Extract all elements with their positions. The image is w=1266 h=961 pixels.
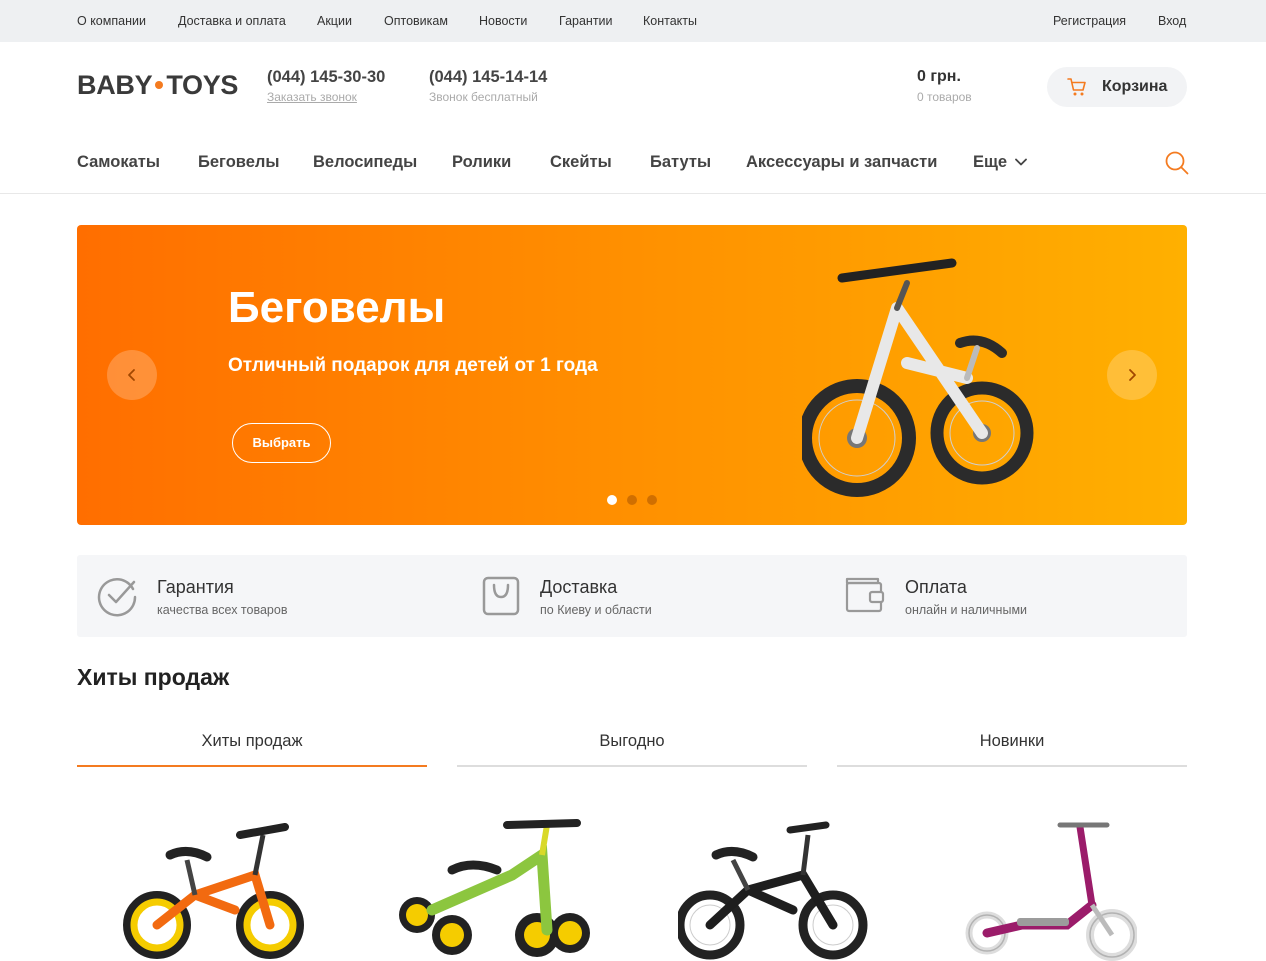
cart-button[interactable]: Корзина [1047, 67, 1187, 107]
topbar-link-news[interactable]: Новости [479, 14, 527, 28]
product-image-green-tricycle[interactable] [392, 815, 597, 961]
nav-item-balance-bikes[interactable]: Беговелы [198, 153, 279, 172]
request-call-link[interactable]: Заказать звонок [267, 90, 357, 104]
product-image-orange-balance-bike[interactable] [115, 815, 315, 961]
chevron-left-icon [128, 369, 135, 381]
section-title: Хиты продаж [77, 664, 230, 690]
wallet-icon [845, 577, 885, 613]
feature-title-guarantee: Гарантия [157, 577, 234, 597]
feature-title-delivery: Доставка [540, 577, 618, 597]
register-link[interactable]: Регистрация [1053, 14, 1126, 28]
search-icon[interactable] [1164, 150, 1190, 176]
features-bar: Гарантия качества всех товаров Доставка … [77, 555, 1187, 637]
cart-total: 0 грн. [917, 68, 961, 85]
feature-desc-delivery: по Киеву и области [540, 603, 652, 617]
logo-dot [155, 80, 164, 89]
nav-divider [0, 193, 1266, 194]
banner-next-button[interactable] [1107, 350, 1157, 400]
topbar-link-delivery[interactable]: Доставка и оплата [178, 14, 286, 28]
top-bar: О компании Доставка и оплата Акции Оптов… [0, 0, 1266, 42]
chevron-right-icon [1129, 369, 1136, 381]
topbar-link-promos[interactable]: Акции [317, 14, 352, 28]
tab-deals[interactable]: Выгодно [457, 720, 807, 767]
banner-subtitle: Отличный подарок для детей от 1 года [228, 355, 598, 376]
nav-item-skates[interactable]: Скейты [550, 153, 612, 172]
banner-dot-2[interactable] [627, 495, 637, 505]
topbar-link-wholesale[interactable]: Оптовикам [384, 14, 448, 28]
nav-item-trampolines[interactable]: Батуты [650, 153, 711, 172]
banner-dot-1[interactable] [607, 495, 617, 505]
banner-prev-button[interactable] [107, 350, 157, 400]
feature-title-payment: Оплата [905, 577, 967, 597]
tab-bestsellers[interactable]: Хиты продаж [77, 720, 427, 767]
topbar-link-about[interactable]: О компании [77, 14, 146, 28]
cart-icon [1067, 78, 1086, 96]
tab-new[interactable]: Новинки [837, 720, 1187, 767]
banner-title: Беговелы [228, 283, 446, 332]
logo-text-right: TOYS [166, 70, 239, 100]
chevron-down-icon[interactable] [1014, 157, 1028, 167]
nav-item-rollers[interactable]: Ролики [452, 153, 511, 172]
site-logo[interactable]: BABY TOYS [77, 70, 238, 101]
banner-cta-button[interactable]: Выбрать [232, 423, 331, 463]
feature-desc-guarantee: качества всех товаров [157, 603, 288, 617]
phone-primary[interactable]: (044) 145-30-30 [267, 68, 385, 87]
checkmark-circle-icon [97, 578, 137, 617]
cart-count: 0 товаров [917, 90, 972, 104]
product-image-black-balance-bike[interactable] [678, 815, 868, 961]
logo-text-left: BABY [77, 70, 153, 100]
hero-banner: Беговелы Отличный подарок для детей от 1… [77, 225, 1187, 525]
topbar-link-contacts[interactable]: Контакты [643, 14, 697, 28]
free-call-label: Звонок бесплатный [429, 90, 538, 104]
banner-dot-3[interactable] [647, 495, 657, 505]
product-image-pink-scooter[interactable] [962, 815, 1137, 961]
bag-icon [482, 576, 520, 616]
nav-item-more[interactable]: Еще [973, 153, 1007, 172]
cart-label: Корзина [1102, 78, 1168, 95]
balance-bike-image [802, 258, 1034, 497]
feature-desc-payment: онлайн и наличными [905, 603, 1028, 617]
phone-free[interactable]: (044) 145-14-14 [429, 68, 547, 87]
login-link[interactable]: Вход [1158, 14, 1186, 28]
nav-item-accessories[interactable]: Аксессуары и запчасти [746, 153, 937, 172]
topbar-link-guarantees[interactable]: Гарантии [559, 14, 613, 28]
nav-item-bicycles[interactable]: Велосипеды [313, 153, 417, 172]
nav-item-scooters[interactable]: Самокаты [77, 153, 160, 172]
